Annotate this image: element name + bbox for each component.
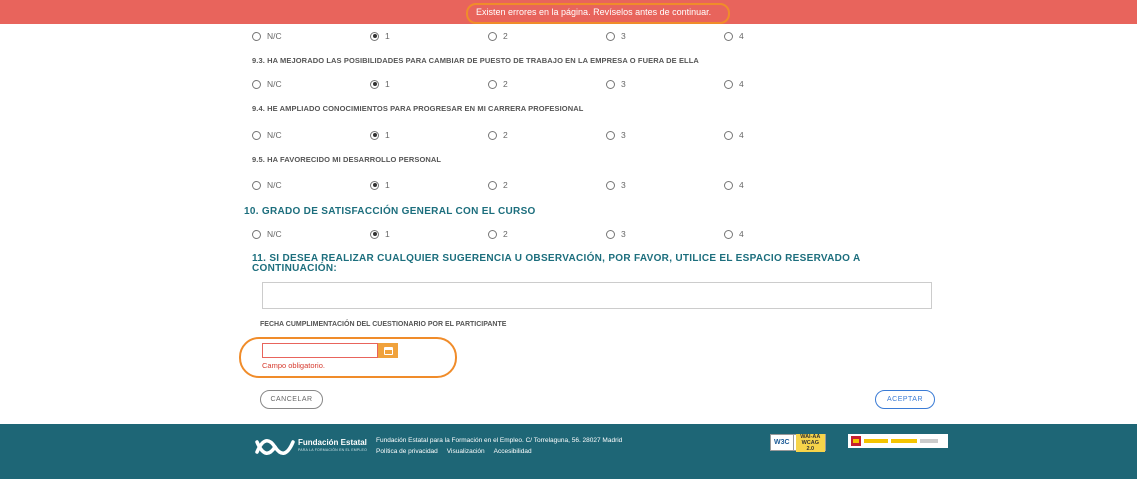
radio-option-nc[interactable]: N/C <box>252 130 282 140</box>
radio-row-q9-3: N/C 1 2 3 4 <box>252 79 852 91</box>
radio-option-nc[interactable]: N/C <box>252 31 282 41</box>
radio-option-4[interactable]: 4 <box>724 79 744 89</box>
question-11: 11. SI DESEA REALIZAR CUALQUIER SUGERENC… <box>252 253 861 274</box>
radio-option-4[interactable]: 4 <box>724 31 744 41</box>
radio-option-4[interactable]: 4 <box>724 229 744 239</box>
privacy-link[interactable]: Política de privacidad <box>376 448 438 455</box>
org-name: Fundación Estatal <box>298 438 367 447</box>
radio-option-nc[interactable]: N/C <box>252 180 282 190</box>
org-tagline: PARA LA FORMACIÓN EN EL EMPLEO <box>298 448 368 452</box>
footer: Fundación Estatal PARA LA FORMACIÓN EN E… <box>0 424 1137 479</box>
question-9-3: 9.3. HA MEJORADO LAS POSIBILIDADES PARA … <box>252 56 699 65</box>
date-field-label: FECHA CUMPLIMENTACIÓN DEL CUESTIONARIO P… <box>260 321 507 328</box>
radio-button[interactable] <box>724 229 733 239</box>
question-9-5: 9.5. HA FAVORECIDO MI DESARROLLO PERSONA… <box>252 155 442 164</box>
radio-button-selected[interactable] <box>370 229 379 239</box>
question-10: 10. GRADO DE SATISFACCIÓN GENERAL CON EL… <box>244 206 536 217</box>
radio-option-1[interactable]: 1 <box>370 229 390 239</box>
radio-row-q9-4: N/C 1 2 3 4 <box>252 130 852 142</box>
radio-button-selected[interactable] <box>370 31 379 41</box>
radio-option-2[interactable]: 2 <box>488 31 508 41</box>
accessibility-link[interactable]: Accesibilidad <box>494 448 532 455</box>
spain-shield-icon <box>851 436 861 446</box>
radio-button[interactable] <box>488 79 497 89</box>
radio-button[interactable] <box>606 180 615 190</box>
radio-row-q10: N/C 1 2 3 4 <box>252 229 852 241</box>
footer-links: Política de privacidad Visualización Acc… <box>376 448 532 455</box>
radio-row-q9-5: N/C 1 2 3 4 <box>252 180 852 192</box>
ministry-logo-bar <box>864 439 888 443</box>
radio-option-2[interactable]: 2 <box>488 229 508 239</box>
error-highlight-ring <box>466 3 730 24</box>
radio-option-2[interactable]: 2 <box>488 79 508 89</box>
radio-button[interactable] <box>724 31 733 41</box>
radio-option-2[interactable]: 2 <box>488 180 508 190</box>
radio-button[interactable] <box>724 130 733 140</box>
display-link[interactable]: Visualización <box>447 448 485 455</box>
radio-button[interactable] <box>606 130 615 140</box>
radio-option-nc[interactable]: N/C <box>252 79 282 89</box>
wcag-label: WAI-AA WCAG 2.0 <box>795 433 825 452</box>
radio-button[interactable] <box>488 31 497 41</box>
w3c-wcag-badge[interactable]: W3C WAI-AA WCAG 2.0 <box>770 433 826 452</box>
radio-option-nc[interactable]: N/C <box>252 229 282 239</box>
observations-textarea[interactable] <box>262 282 932 309</box>
accept-button[interactable]: ACEPTAR <box>875 390 935 409</box>
partner-logo-bar <box>920 439 938 443</box>
radio-button[interactable] <box>252 180 261 190</box>
date-highlight-ring <box>239 337 457 378</box>
radio-button[interactable] <box>606 31 615 41</box>
radio-option-2[interactable]: 2 <box>488 130 508 140</box>
radio-button[interactable] <box>252 229 261 239</box>
radio-button[interactable] <box>252 79 261 89</box>
government-logos <box>848 434 948 448</box>
radio-button[interactable] <box>724 180 733 190</box>
radio-option-3[interactable]: 3 <box>606 180 626 190</box>
radio-option-1[interactable]: 1 <box>370 31 390 41</box>
radio-button[interactable] <box>606 229 615 239</box>
radio-option-3[interactable]: 3 <box>606 130 626 140</box>
radio-button-selected[interactable] <box>370 79 379 89</box>
radio-row-q9-2: N/C 1 2 3 4 <box>252 31 852 43</box>
sepe-logo-bar <box>891 439 917 443</box>
radio-option-1[interactable]: 1 <box>370 130 390 140</box>
radio-button[interactable] <box>606 79 615 89</box>
radio-button[interactable] <box>488 180 497 190</box>
w3c-logo: W3C <box>771 435 794 450</box>
radio-option-4[interactable]: 4 <box>724 130 744 140</box>
radio-option-3[interactable]: 3 <box>606 79 626 89</box>
fundae-logo-icon <box>255 439 295 455</box>
radio-button[interactable] <box>724 79 733 89</box>
radio-option-4[interactable]: 4 <box>724 180 744 190</box>
radio-button-selected[interactable] <box>370 180 379 190</box>
radio-button[interactable] <box>488 229 497 239</box>
radio-option-1[interactable]: 1 <box>370 79 390 89</box>
radio-option-3[interactable]: 3 <box>606 229 626 239</box>
radio-option-3[interactable]: 3 <box>606 31 626 41</box>
radio-button-selected[interactable] <box>370 130 379 140</box>
radio-button[interactable] <box>488 130 497 140</box>
radio-button[interactable] <box>252 130 261 140</box>
question-9-4: 9.4. HE AMPLIADO CONOCIMIENTOS PARA PROG… <box>252 104 584 113</box>
radio-button[interactable] <box>252 31 261 41</box>
footer-address: Fundación Estatal para la Formación en e… <box>376 437 623 444</box>
radio-option-1[interactable]: 1 <box>370 180 390 190</box>
cancel-button[interactable]: CANCELAR <box>260 390 323 409</box>
